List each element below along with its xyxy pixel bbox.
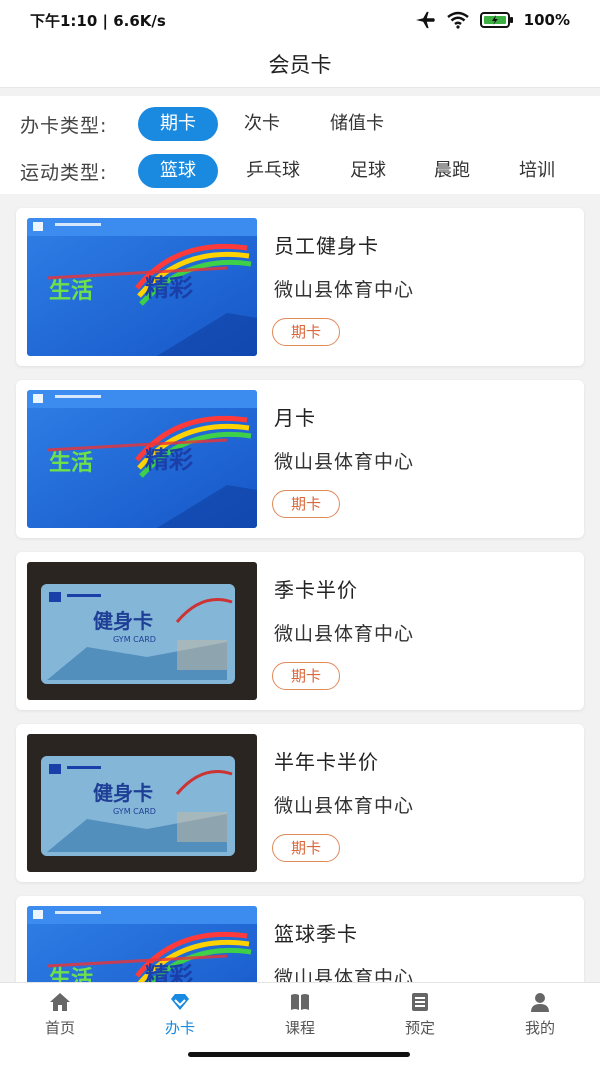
banner-life-text: 生活 xyxy=(49,279,93,304)
card-banner-image: 生活 精彩 xyxy=(27,218,257,356)
banner-life-text: 生活 xyxy=(49,967,93,982)
card-title: 月卡 xyxy=(274,406,316,430)
card-banner-image: 生活 精彩 xyxy=(27,906,257,982)
banner-colorful-text: 精彩 xyxy=(145,962,193,982)
card-venue: 微山县体育中心 xyxy=(274,279,415,301)
card-venue: 微山县体育中心 xyxy=(274,795,415,817)
card-type-chip-count[interactable]: 次卡 xyxy=(232,107,292,141)
filter-panel: 办卡类型: 期卡 次卡 储值卡 运动类型: 篮球 乒乓球 足球 晨跑 培训 xyxy=(0,96,600,194)
tab-label: 办卡 xyxy=(164,1019,195,1037)
tab-label: 首页 xyxy=(44,1019,75,1037)
sport-chip-football[interactable]: 足球 xyxy=(338,154,398,188)
tab-label: 我的 xyxy=(524,1019,555,1037)
card-venue: 微山县体育中心 xyxy=(274,623,415,645)
card-type-label: 办卡类型: xyxy=(20,114,108,137)
gym-card-title-text: 健身卡 xyxy=(93,781,153,805)
card-venue: 微山县体育中心 xyxy=(274,451,415,473)
card-type-tag: 期卡 xyxy=(272,834,340,862)
card-title: 季卡半价 xyxy=(274,578,358,602)
card-type-chip-stored-value[interactable]: 储值卡 xyxy=(316,107,398,141)
home-icon xyxy=(20,991,100,1013)
membership-card-list: 生活 精彩 员工健身卡 微山县体育中心 期卡 生活 精彩 月卡 微山县体育中心 … xyxy=(0,200,600,982)
tab-booking[interactable]: 预定 xyxy=(380,991,460,1041)
card-type-filter-row: 办卡类型: 期卡 次卡 储值卡 xyxy=(0,104,600,144)
wifi-icon xyxy=(446,11,470,29)
card-photo-image: 健身卡 GYM CARD xyxy=(27,734,257,872)
gym-card-subtitle-text: GYM CARD xyxy=(113,635,156,644)
battery-percent: 100% xyxy=(523,11,570,29)
membership-card[interactable]: 健身卡 GYM CARD 半年卡半价 微山县体育中心 期卡 xyxy=(16,724,584,882)
status-icons: 100% xyxy=(414,11,570,29)
sport-chip-table-tennis[interactable]: 乒乓球 xyxy=(232,154,314,188)
card-banner-image: 生活 精彩 xyxy=(27,390,257,528)
membership-card[interactable]: 生活 精彩 员工健身卡 微山县体育中心 期卡 xyxy=(16,208,584,366)
banner-colorful-text: 精彩 xyxy=(145,446,193,474)
tab-mine[interactable]: 我的 xyxy=(500,991,580,1041)
status-time-speed: 下午1:10 | 6.6K/s xyxy=(30,11,166,30)
card-diamond-icon xyxy=(140,991,220,1013)
book-icon xyxy=(260,991,340,1013)
card-type-tag: 期卡 xyxy=(272,662,340,690)
person-icon xyxy=(500,991,580,1013)
gym-card-title-text: 健身卡 xyxy=(93,609,153,633)
status-bar: 下午1:10 | 6.6K/s 100% xyxy=(0,0,600,40)
card-type-tag: 期卡 xyxy=(272,490,340,518)
tab-card[interactable]: 办卡 xyxy=(140,991,220,1041)
sport-type-label: 运动类型: xyxy=(20,161,108,184)
sport-chip-morning-run[interactable]: 晨跑 xyxy=(422,154,482,188)
tab-label: 课程 xyxy=(284,1019,315,1037)
gym-card-subtitle-text: GYM CARD xyxy=(113,807,156,816)
banner-life-text: 生活 xyxy=(49,451,93,476)
card-type-tag: 期卡 xyxy=(272,318,340,346)
membership-card[interactable]: 生活 精彩 篮球季卡 微山县体育中心 期卡 xyxy=(16,896,584,982)
tab-home[interactable]: 首页 xyxy=(20,991,100,1041)
home-indicator xyxy=(188,1052,410,1057)
card-type-chip-period[interactable]: 期卡 xyxy=(138,107,218,141)
sport-chip-training[interactable]: 培训 xyxy=(506,154,568,188)
card-photo-image: 健身卡 GYM CARD xyxy=(27,562,257,700)
sport-type-filter-row: 运动类型: 篮球 乒乓球 足球 晨跑 培训 xyxy=(0,151,600,191)
battery-icon xyxy=(479,12,514,28)
tab-course[interactable]: 课程 xyxy=(260,991,340,1041)
banner-colorful-text: 精彩 xyxy=(145,274,193,302)
card-venue: 微山县体育中心 xyxy=(274,967,415,982)
sport-chip-basketball[interactable]: 篮球 xyxy=(138,154,218,188)
card-title: 员工健身卡 xyxy=(274,234,379,258)
card-title: 半年卡半价 xyxy=(274,750,379,774)
booking-list-icon xyxy=(380,991,460,1013)
tab-label: 预定 xyxy=(404,1019,435,1037)
membership-card[interactable]: 生活 精彩 月卡 微山县体育中心 期卡 xyxy=(16,380,584,538)
page-title: 会员卡 xyxy=(268,52,332,77)
airplane-icon xyxy=(414,11,436,29)
card-title: 篮球季卡 xyxy=(274,922,358,946)
membership-card[interactable]: 健身卡 GYM CARD 季卡半价 微山县体育中心 期卡 xyxy=(16,552,584,710)
page-header: 会员卡 xyxy=(0,40,600,88)
